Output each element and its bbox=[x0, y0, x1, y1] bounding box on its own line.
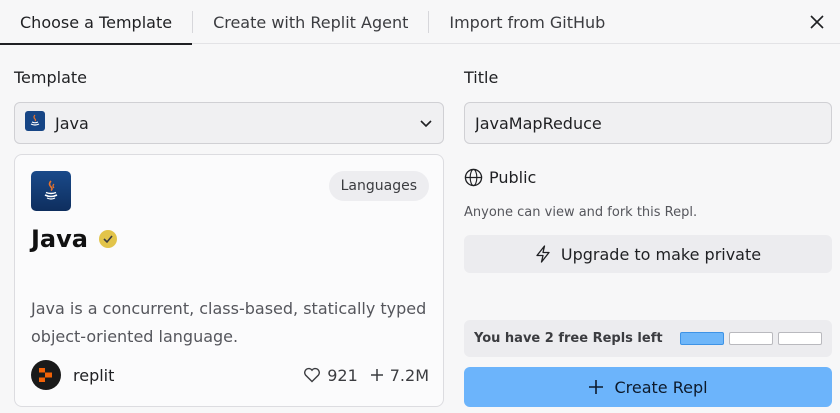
template-name: Java bbox=[31, 225, 88, 253]
create-repl-label: Create Repl bbox=[614, 377, 708, 397]
free-repls-quota: You have 2 free Repls left bbox=[464, 320, 832, 357]
free-repls-text: You have 2 free Repls left bbox=[474, 331, 663, 346]
category-badge: Languages bbox=[328, 171, 429, 201]
java-icon bbox=[31, 171, 71, 211]
template-footer: replit 921 7.2M bbox=[31, 359, 429, 391]
visibility-note: Anyone can view and fork this Repl. bbox=[464, 205, 698, 220]
fork-count: 7.2M bbox=[370, 366, 429, 385]
plus-icon bbox=[370, 369, 383, 381]
title-label: Title bbox=[464, 68, 499, 87]
template-description: Java is a concurrent, class-based, stati… bbox=[31, 299, 427, 346]
quota-segment-used bbox=[680, 332, 724, 345]
close-icon bbox=[810, 15, 824, 29]
tab-bar: Choose a Template Create with Replit Age… bbox=[0, 0, 840, 45]
replit-logo-icon bbox=[31, 360, 61, 390]
visibility-label: Public bbox=[489, 168, 537, 187]
tab-create-with-agent[interactable]: Create with Replit Agent bbox=[193, 0, 428, 44]
upgrade-private-label: Upgrade to make private bbox=[560, 244, 762, 264]
tab-choose-template[interactable]: Choose a Template bbox=[0, 0, 193, 45]
author-name[interactable]: replit bbox=[73, 366, 291, 385]
template-select-value: Java bbox=[55, 113, 89, 133]
plus-icon bbox=[589, 380, 604, 394]
like-count-value: 921 bbox=[327, 365, 358, 385]
fork-count-value: 7.2M bbox=[389, 365, 429, 385]
quota-segment-free bbox=[729, 332, 773, 345]
close-button[interactable] bbox=[804, 9, 830, 35]
verified-icon bbox=[98, 230, 117, 248]
template-card[interactable]: Languages Java Java is a concurrent, cla… bbox=[14, 154, 444, 407]
globe-icon bbox=[464, 168, 483, 187]
template-label: Template bbox=[14, 68, 88, 87]
tab-import-github[interactable]: Import from GitHub bbox=[429, 0, 625, 44]
create-repl-button[interactable]: Create Repl bbox=[464, 367, 832, 407]
template-name-row: Java bbox=[31, 225, 118, 253]
upgrade-private-button[interactable]: Upgrade to make private bbox=[464, 235, 832, 273]
chevron-down-icon bbox=[420, 120, 432, 128]
visibility-toggle[interactable]: Public bbox=[464, 168, 536, 187]
quota-segment-free bbox=[778, 332, 822, 345]
template-select[interactable]: Java bbox=[14, 102, 444, 144]
heart-icon bbox=[304, 367, 321, 383]
like-count[interactable]: 921 bbox=[303, 366, 358, 385]
java-icon bbox=[25, 111, 45, 135]
bolt-icon bbox=[536, 245, 550, 263]
title-input[interactable] bbox=[464, 102, 832, 144]
